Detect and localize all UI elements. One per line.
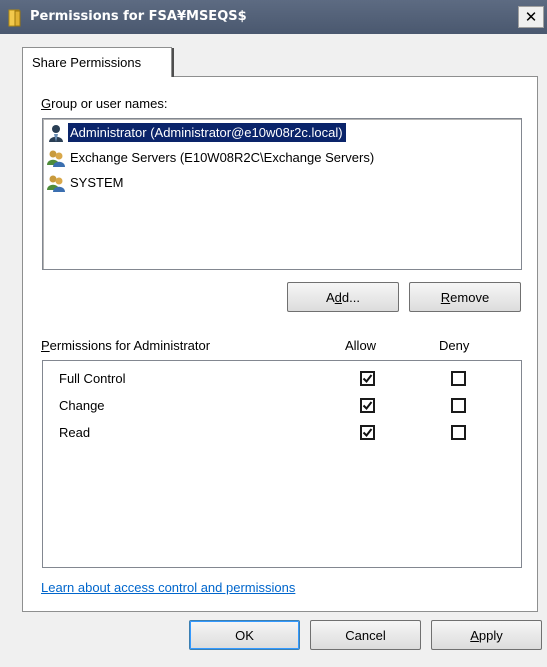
group-user-list[interactable]: Administrator (Administrator@e10w08r2c.l… [42, 118, 522, 270]
remove-button[interactable]: Remove [409, 282, 521, 312]
tab-share-permissions[interactable]: Share Permissions [22, 47, 172, 77]
permission-row: Full Control [43, 367, 521, 391]
close-icon: ✕ [524, 9, 538, 26]
single-user-icon [49, 124, 63, 142]
window-title: Permissions for FSA¥MSEQS$ [30, 9, 247, 24]
list-item-label: Administrator (Administrator@e10w08r2c.l… [68, 123, 346, 142]
permission-name: Read [59, 425, 91, 440]
permissions-dialog: Permissions for FSA¥MSEQS$ ✕ Share Permi… [0, 0, 547, 667]
list-item[interactable]: Exchange Servers (E10W08R2C\Exchange Ser… [46, 146, 518, 169]
tab-divider [172, 48, 174, 77]
permission-row: Change [43, 394, 521, 418]
check-icon [362, 374, 373, 384]
list-item[interactable]: SYSTEM [46, 171, 518, 194]
apply-button[interactable]: Apply [431, 620, 542, 650]
folder-icon [8, 9, 21, 27]
allow-checkbox[interactable] [360, 371, 375, 386]
permission-name: Full Control [59, 371, 126, 386]
group-list-label: Group or user names: [41, 96, 168, 111]
deny-checkbox[interactable] [451, 371, 466, 386]
deny-checkbox[interactable] [451, 425, 466, 440]
title-bar[interactable]: Permissions for FSA¥MSEQS$ ✕ [0, 0, 547, 34]
check-icon [362, 401, 373, 411]
list-item-label: Exchange Servers (E10W08R2C\Exchange Ser… [70, 150, 375, 165]
add-button[interactable]: Ad d... [287, 282, 399, 312]
ok-button[interactable]: OK [189, 620, 300, 650]
permission-row: Read [43, 421, 521, 445]
deny-column-header: Deny [439, 338, 470, 353]
close-button[interactable]: ✕ [518, 6, 544, 28]
group-users-icon [47, 175, 65, 192]
deny-checkbox[interactable] [451, 398, 466, 413]
permission-name: Change [59, 398, 105, 413]
group-users-icon [47, 150, 65, 167]
tab-label: Share Permissions [32, 55, 142, 70]
check-icon [362, 428, 373, 438]
permissions-label: Permissions for Administrator [41, 338, 211, 353]
permissions-table: Full Control Change Read [42, 360, 522, 568]
allow-column-header: Allow [345, 338, 377, 353]
help-link[interactable]: Learn about access control and permissio… [41, 580, 295, 595]
list-item[interactable]: Administrator (Administrator@e10w08r2c.l… [46, 121, 518, 144]
list-item-label: SYSTEM [70, 175, 124, 190]
cancel-button[interactable]: Cancel [310, 620, 421, 650]
allow-checkbox[interactable] [360, 425, 375, 440]
allow-checkbox[interactable] [360, 398, 375, 413]
